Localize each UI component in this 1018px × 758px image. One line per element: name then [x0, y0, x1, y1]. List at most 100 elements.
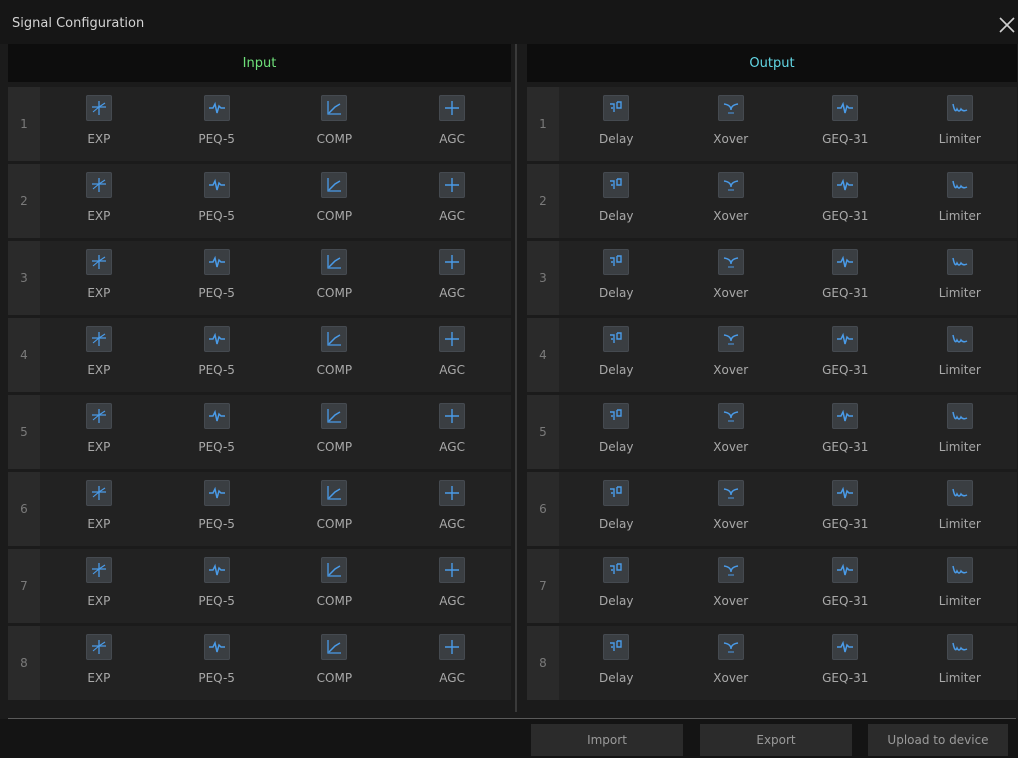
- peq-icon[interactable]: [203, 557, 230, 583]
- input-module-agc[interactable]: AGC: [407, 95, 497, 146]
- peq-icon[interactable]: [203, 403, 230, 429]
- expander-icon[interactable]: [85, 95, 112, 121]
- input-module-peq-5[interactable]: PEQ-5: [172, 557, 262, 608]
- output-module-geq-31[interactable]: GEQ-31: [800, 557, 890, 608]
- expander-icon[interactable]: [85, 403, 112, 429]
- input-module-peq-5[interactable]: PEQ-5: [172, 172, 262, 223]
- output-module-xover[interactable]: Xover: [686, 634, 776, 685]
- geq-icon[interactable]: [832, 634, 859, 660]
- input-module-agc[interactable]: AGC: [407, 403, 497, 454]
- geq-icon[interactable]: [832, 480, 859, 506]
- limiter-icon[interactable]: [946, 480, 973, 506]
- input-module-peq-5[interactable]: PEQ-5: [172, 403, 262, 454]
- output-module-delay[interactable]: Delay: [571, 249, 661, 300]
- peq-icon[interactable]: [203, 172, 230, 198]
- input-module-peq-5[interactable]: PEQ-5: [172, 634, 262, 685]
- input-module-exp[interactable]: EXP: [54, 172, 144, 223]
- input-module-peq-5[interactable]: PEQ-5: [172, 480, 262, 531]
- input-module-comp[interactable]: COMP: [289, 249, 379, 300]
- crossover-icon[interactable]: [717, 403, 744, 429]
- expander-icon[interactable]: [85, 172, 112, 198]
- input-module-comp[interactable]: COMP: [289, 403, 379, 454]
- input-module-comp[interactable]: COMP: [289, 172, 379, 223]
- crossover-icon[interactable]: [717, 249, 744, 275]
- peq-icon[interactable]: [203, 326, 230, 352]
- compressor-icon[interactable]: [321, 249, 348, 275]
- input-module-agc[interactable]: AGC: [407, 634, 497, 685]
- expander-icon[interactable]: [85, 634, 112, 660]
- crossover-icon[interactable]: [717, 480, 744, 506]
- crossover-icon[interactable]: [717, 95, 744, 121]
- output-module-limiter[interactable]: Limiter: [915, 249, 1005, 300]
- expander-icon[interactable]: [85, 326, 112, 352]
- output-module-delay[interactable]: Delay: [571, 172, 661, 223]
- output-module-geq-31[interactable]: GEQ-31: [800, 249, 890, 300]
- input-module-agc[interactable]: AGC: [407, 172, 497, 223]
- output-module-limiter[interactable]: Limiter: [915, 403, 1005, 454]
- output-module-xover[interactable]: Xover: [686, 557, 776, 608]
- compressor-icon[interactable]: [321, 95, 348, 121]
- agc-icon[interactable]: [439, 172, 466, 198]
- crossover-icon[interactable]: [717, 326, 744, 352]
- limiter-icon[interactable]: [946, 557, 973, 583]
- export-button[interactable]: Export: [700, 724, 852, 756]
- input-module-exp[interactable]: EXP: [54, 249, 144, 300]
- delay-icon[interactable]: [603, 95, 630, 121]
- input-module-peq-5[interactable]: PEQ-5: [172, 249, 262, 300]
- compressor-icon[interactable]: [321, 403, 348, 429]
- output-module-geq-31[interactable]: GEQ-31: [800, 95, 890, 146]
- agc-icon[interactable]: [439, 249, 466, 275]
- close-icon[interactable]: [996, 14, 1018, 36]
- compressor-icon[interactable]: [321, 557, 348, 583]
- limiter-icon[interactable]: [946, 634, 973, 660]
- output-module-xover[interactable]: Xover: [686, 95, 776, 146]
- output-module-delay[interactable]: Delay: [571, 403, 661, 454]
- input-module-comp[interactable]: COMP: [289, 634, 379, 685]
- delay-icon[interactable]: [603, 172, 630, 198]
- geq-icon[interactable]: [832, 326, 859, 352]
- output-module-limiter[interactable]: Limiter: [915, 326, 1005, 377]
- geq-icon[interactable]: [832, 95, 859, 121]
- limiter-icon[interactable]: [946, 95, 973, 121]
- input-module-agc[interactable]: AGC: [407, 557, 497, 608]
- agc-icon[interactable]: [439, 95, 466, 121]
- output-module-xover[interactable]: Xover: [686, 326, 776, 377]
- output-module-geq-31[interactable]: GEQ-31: [800, 634, 890, 685]
- delay-icon[interactable]: [603, 403, 630, 429]
- compressor-icon[interactable]: [321, 326, 348, 352]
- crossover-icon[interactable]: [717, 634, 744, 660]
- input-module-exp[interactable]: EXP: [54, 326, 144, 377]
- limiter-icon[interactable]: [946, 326, 973, 352]
- geq-icon[interactable]: [832, 249, 859, 275]
- geq-icon[interactable]: [832, 557, 859, 583]
- output-module-xover[interactable]: Xover: [686, 480, 776, 531]
- output-module-delay[interactable]: Delay: [571, 95, 661, 146]
- crossover-icon[interactable]: [717, 557, 744, 583]
- compressor-icon[interactable]: [321, 634, 348, 660]
- agc-icon[interactable]: [439, 326, 466, 352]
- expander-icon[interactable]: [85, 557, 112, 583]
- output-module-limiter[interactable]: Limiter: [915, 480, 1005, 531]
- upload-to-device-button[interactable]: Upload to device: [868, 724, 1008, 756]
- input-module-peq-5[interactable]: PEQ-5: [172, 95, 262, 146]
- delay-icon[interactable]: [603, 326, 630, 352]
- delay-icon[interactable]: [603, 634, 630, 660]
- input-module-exp[interactable]: EXP: [54, 557, 144, 608]
- output-module-limiter[interactable]: Limiter: [915, 634, 1005, 685]
- peq-icon[interactable]: [203, 95, 230, 121]
- output-module-geq-31[interactable]: GEQ-31: [800, 326, 890, 377]
- compressor-icon[interactable]: [321, 172, 348, 198]
- peq-icon[interactable]: [203, 480, 230, 506]
- limiter-icon[interactable]: [946, 249, 973, 275]
- output-module-delay[interactable]: Delay: [571, 326, 661, 377]
- peq-icon[interactable]: [203, 249, 230, 275]
- agc-icon[interactable]: [439, 557, 466, 583]
- input-module-exp[interactable]: EXP: [54, 634, 144, 685]
- output-module-limiter[interactable]: Limiter: [915, 557, 1005, 608]
- agc-icon[interactable]: [439, 634, 466, 660]
- agc-icon[interactable]: [439, 403, 466, 429]
- input-module-agc[interactable]: AGC: [407, 480, 497, 531]
- output-module-xover[interactable]: Xover: [686, 249, 776, 300]
- geq-icon[interactable]: [832, 403, 859, 429]
- agc-icon[interactable]: [439, 480, 466, 506]
